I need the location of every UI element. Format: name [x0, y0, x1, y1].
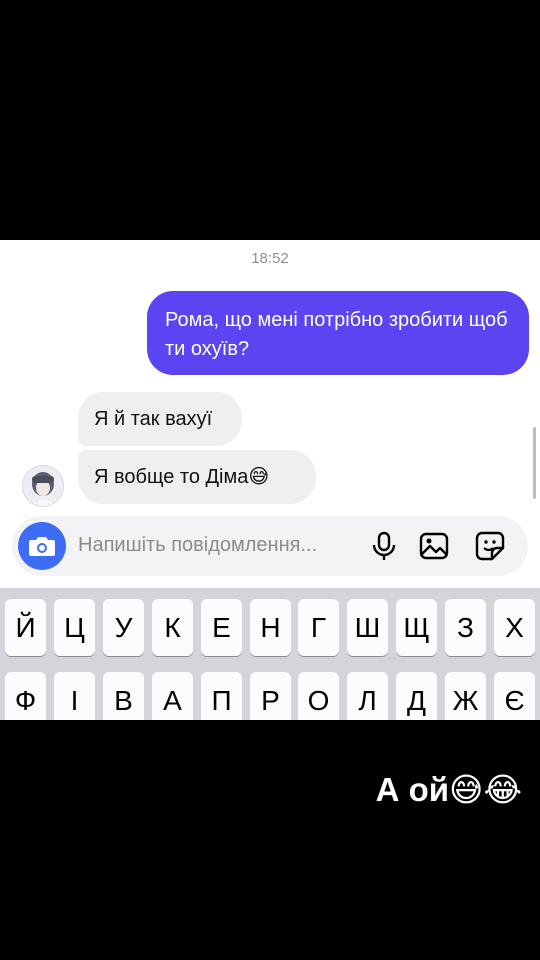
key-4[interactable]: К [152, 599, 193, 656]
chat-screen: 18:52 Рома, що мені потрібно зробити щоб… [0, 240, 540, 720]
key-3[interactable]: У [103, 599, 144, 656]
message-input[interactable]: Напишіть повідомлення... [78, 534, 317, 557]
key-9[interactable]: Щ [396, 599, 437, 656]
message-timestamp: 18:52 [251, 250, 289, 267]
key-5[interactable]: Е [201, 599, 242, 656]
outgoing-message-bubble[interactable]: Рома, що мені потрібно зробити щоб ти ох… [147, 291, 529, 375]
camera-icon [29, 537, 55, 556]
scrollbar[interactable] [533, 427, 536, 499]
incoming-message-bubble[interactable]: Я й так вахуї [78, 392, 242, 446]
sticker-icon[interactable] [474, 530, 506, 562]
avatar-illustration [23, 466, 63, 506]
contact-avatar[interactable] [22, 465, 64, 507]
key-10[interactable]: З [445, 599, 486, 656]
key-11[interactable]: Х [494, 599, 535, 656]
key-19[interactable]: Л [347, 672, 388, 720]
key-13[interactable]: І [54, 672, 95, 720]
key-2[interactable]: Ц [54, 599, 95, 656]
key-22[interactable]: Є [494, 672, 535, 720]
key-16[interactable]: П [201, 672, 242, 720]
camera-button[interactable] [18, 522, 66, 570]
keyboard: Й Ц У К Е Н Г Ш Щ З Х Ф І В А П Р О Л Д … [0, 588, 540, 720]
key-7[interactable]: Г [298, 599, 339, 656]
incoming-message-bubble[interactable]: Я вобще то Діма😅 [78, 450, 316, 504]
gallery-icon[interactable] [418, 530, 450, 562]
key-20[interactable]: Д [396, 672, 437, 720]
key-14[interactable]: В [103, 672, 144, 720]
key-17[interactable]: Р [250, 672, 291, 720]
key-1[interactable]: Й [5, 599, 46, 656]
key-8[interactable]: Ш [347, 599, 388, 656]
video-caption: А ой😅😂 [375, 771, 522, 808]
message-composer: Напишіть повідомлення... [12, 516, 528, 576]
key-6[interactable]: Н [250, 599, 291, 656]
key-18[interactable]: О [298, 672, 339, 720]
microphone-icon[interactable] [368, 530, 400, 562]
key-21[interactable]: Ж [445, 672, 486, 720]
key-15[interactable]: А [152, 672, 193, 720]
key-12[interactable]: Ф [5, 672, 46, 720]
